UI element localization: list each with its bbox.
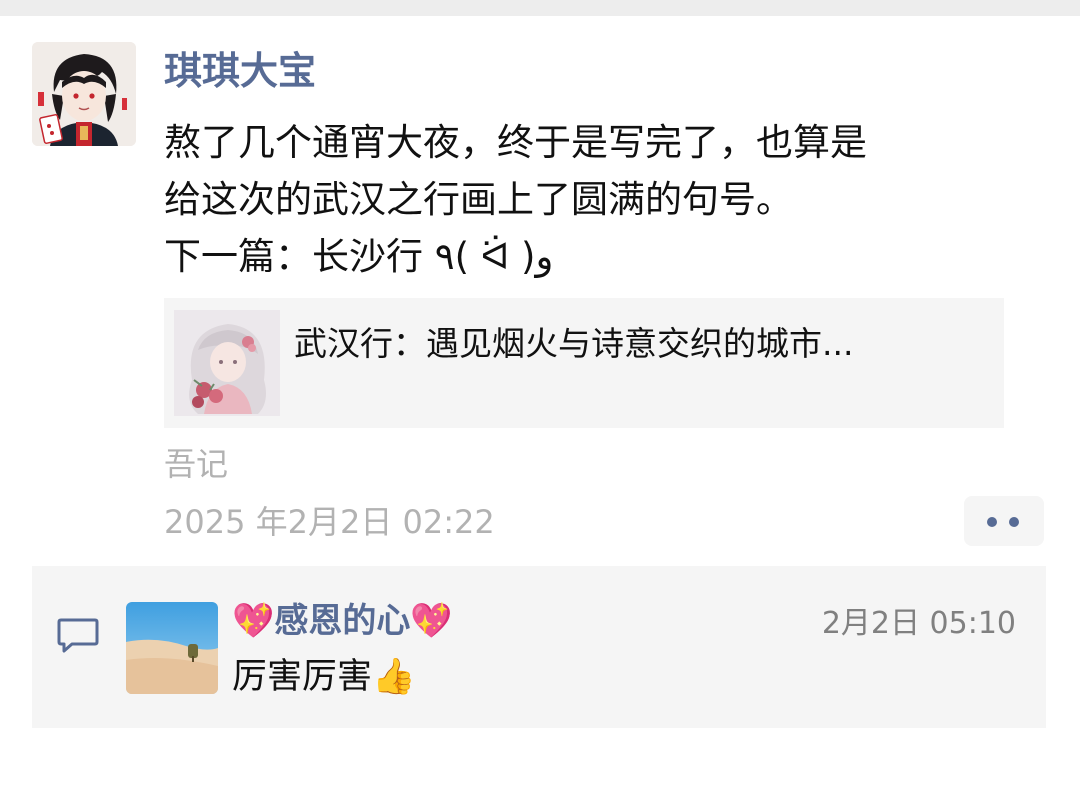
post-source[interactable]: 吾记 bbox=[164, 444, 228, 484]
comment-text[interactable]: 厉害厉害👍 bbox=[232, 654, 416, 700]
comment-section: 💖感恩的心💖 2月2日 05:10 厉害厉害👍 bbox=[32, 566, 1046, 728]
article-title: 武汉行：遇见烟火与诗意交织的城市... bbox=[294, 324, 854, 363]
post-timestamp: 2025 年2月2日 02:22 bbox=[164, 503, 495, 541]
more-dots-icon bbox=[987, 517, 997, 527]
commenter-name[interactable]: 💖感恩的心💖 bbox=[232, 598, 453, 644]
top-status-strip bbox=[0, 0, 1080, 16]
shared-article-card[interactable]: 武汉行：遇见烟火与诗意交织的城市... bbox=[164, 298, 1004, 428]
more-options-button[interactable] bbox=[964, 496, 1044, 546]
post-text-line: 给这次的武汉之行画上了圆满的句号。 bbox=[164, 178, 793, 221]
post-text-line: 下一篇：长沙行 ٩( ᐛ )و bbox=[164, 235, 554, 278]
more-dots-icon bbox=[1009, 517, 1019, 527]
commenter-avatar[interactable] bbox=[126, 602, 218, 694]
article-thumbnail bbox=[174, 310, 280, 416]
post-text-line: 熬了几个通宵大夜，终于是写完了，也算是 bbox=[164, 121, 867, 164]
author-avatar[interactable] bbox=[32, 42, 136, 146]
comment-time: 2月2日 05:10 bbox=[821, 606, 1016, 641]
comment-bubble-icon bbox=[57, 618, 99, 653]
post-text: 熬了几个通宵大夜，终于是写完了，也算是 给这次的武汉之行画上了圆满的句号。 下一… bbox=[164, 114, 1044, 285]
post-author-name[interactable]: 琪琪大宝 bbox=[164, 48, 316, 94]
